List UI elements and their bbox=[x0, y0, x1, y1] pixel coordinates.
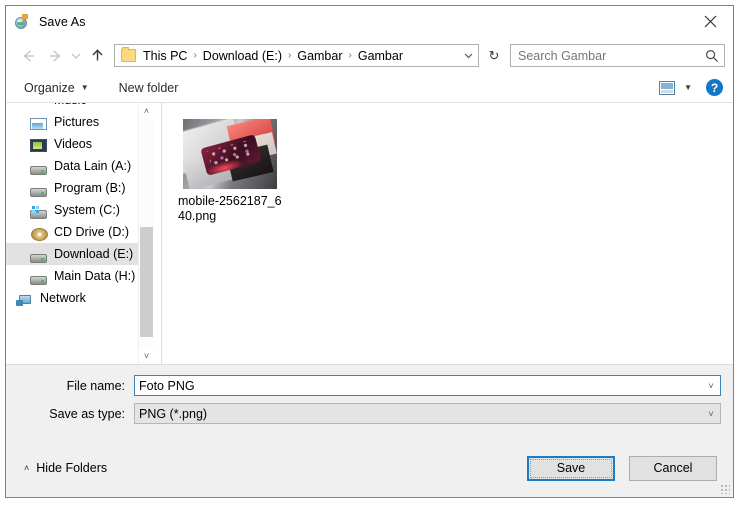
back-icon[interactable] bbox=[16, 43, 42, 69]
dialog-footer: ˄ Hide Folders Save Cancel bbox=[6, 439, 733, 497]
address-bar[interactable]: This PC › Download (E:) › Gambar › Gamba… bbox=[114, 44, 479, 67]
pictures-icon bbox=[30, 118, 47, 130]
scrollbar-track[interactable] bbox=[139, 119, 154, 348]
file-thumbnail bbox=[183, 119, 277, 189]
chevron-down-icon[interactable]: ˅ bbox=[702, 381, 720, 391]
list-item[interactable]: mobile-2562187_640.png bbox=[178, 119, 282, 224]
paint-globe-icon bbox=[15, 14, 31, 30]
file-name-label: mobile-2562187_640.png bbox=[178, 194, 282, 223]
address-dropdown-icon[interactable] bbox=[458, 53, 478, 59]
chevron-up-icon: ˄ bbox=[24, 462, 30, 473]
videos-icon bbox=[30, 138, 47, 152]
sidebar-scrollbar[interactable]: ˄ ˅ bbox=[138, 103, 154, 364]
new-folder-button[interactable]: New folder bbox=[119, 81, 179, 95]
refresh-icon[interactable]: ↻ bbox=[483, 44, 505, 67]
breadcrumb-item-1[interactable]: Download (E:) bbox=[201, 49, 284, 63]
save-as-type-combo[interactable]: PNG (*.png) ˅ bbox=[134, 403, 721, 424]
title-bar: Save As bbox=[6, 6, 733, 38]
save-as-dialog: Save As This PC › Download (E:) › Gambar… bbox=[5, 5, 734, 498]
breadcrumb-item-2[interactable]: Gambar bbox=[295, 49, 344, 63]
dialog-body: Music Pictures Videos Data Lain (A:) Pro… bbox=[6, 103, 733, 364]
scroll-down-icon[interactable]: ˅ bbox=[139, 348, 154, 364]
sidebar-item-7[interactable]: Download (E:) bbox=[6, 243, 151, 265]
chevron-down-icon: ▼ bbox=[80, 82, 89, 92]
sidebar-item-4[interactable]: Program (B:) bbox=[6, 177, 151, 199]
sidebar-item-label: CD Drive (D:) bbox=[54, 225, 129, 239]
hide-folders-button[interactable]: ˄ Hide Folders bbox=[24, 461, 107, 475]
system-drive-icon bbox=[30, 205, 47, 219]
up-one-level-icon[interactable] bbox=[84, 43, 110, 69]
sidebar-item-9[interactable]: Network bbox=[6, 287, 151, 309]
save-as-type-value: PNG (*.png) bbox=[139, 406, 208, 421]
file-list-pane[interactable]: mobile-2562187_640.png bbox=[161, 103, 733, 364]
recent-locations-icon[interactable] bbox=[68, 43, 84, 69]
folder-icon bbox=[121, 47, 136, 62]
chevron-down-icon[interactable]: ˅ bbox=[702, 409, 720, 419]
window-title: Save As bbox=[39, 15, 86, 29]
breadcrumb-item-0[interactable]: This PC bbox=[141, 49, 189, 63]
file-name-combo[interactable]: ˅ bbox=[134, 375, 721, 396]
sidebar-item-0[interactable]: Music bbox=[6, 103, 151, 111]
drive-icon bbox=[30, 165, 47, 175]
sidebar-item-label: Data Lain (A:) bbox=[54, 159, 132, 173]
sidebar-item-label: Music bbox=[54, 103, 87, 107]
sidebar-item-6[interactable]: CD Drive (D:) bbox=[6, 221, 151, 243]
sidebar-item-label: Program (B:) bbox=[54, 181, 126, 195]
navigation-bar: This PC › Download (E:) › Gambar › Gamba… bbox=[6, 38, 733, 73]
resize-grip[interactable] bbox=[720, 484, 730, 494]
help-icon[interactable]: ? bbox=[706, 79, 723, 96]
hide-folders-label: Hide Folders bbox=[36, 461, 108, 475]
scroll-up-icon[interactable]: ˄ bbox=[139, 103, 154, 119]
save-form: File name: ˅ Save as type: PNG (*.png) ˅ bbox=[6, 364, 733, 439]
cancel-button[interactable]: Cancel bbox=[629, 455, 717, 481]
breadcrumb: This PC › Download (E:) › Gambar › Gamba… bbox=[141, 49, 458, 63]
sidebar-item-label: System (C:) bbox=[54, 203, 120, 217]
network-icon bbox=[16, 294, 33, 307]
sidebar-item-3[interactable]: Data Lain (A:) bbox=[6, 155, 151, 177]
breadcrumb-separator: › bbox=[288, 49, 292, 61]
cancel-button-label: Cancel bbox=[653, 461, 693, 475]
breadcrumb-item-3[interactable]: Gambar bbox=[356, 49, 405, 63]
sidebar-item-2[interactable]: Videos bbox=[6, 133, 151, 155]
drive-icon bbox=[30, 253, 47, 263]
breadcrumb-separator: › bbox=[193, 49, 197, 61]
sidebar-item-1[interactable]: Pictures bbox=[6, 111, 151, 133]
command-bar: Organize ▼ New folder ▼ ? bbox=[6, 73, 733, 103]
file-name-input[interactable] bbox=[135, 377, 702, 394]
search-box[interactable] bbox=[510, 44, 725, 67]
sidebar-item-label: Pictures bbox=[54, 115, 100, 129]
forward-icon[interactable] bbox=[42, 43, 68, 69]
file-name-row: File name: ˅ bbox=[18, 375, 721, 396]
music-icon bbox=[30, 103, 47, 108]
sidebar-item-5[interactable]: System (C:) bbox=[6, 199, 151, 221]
save-as-type-row: Save as type: PNG (*.png) ˅ bbox=[18, 403, 721, 424]
sidebar-item-label: Download (E:) bbox=[54, 247, 134, 261]
organize-label: Organize bbox=[24, 80, 75, 95]
sidebar-item-8[interactable]: Main Data (H:) bbox=[6, 265, 151, 287]
navigation-tree: Music Pictures Videos Data Lain (A:) Pro… bbox=[6, 103, 151, 309]
save-button[interactable]: Save bbox=[527, 455, 615, 481]
footer-buttons: Save Cancel bbox=[527, 455, 717, 481]
drive-icon bbox=[30, 275, 47, 285]
drive-icon bbox=[30, 187, 47, 197]
new-folder-label: New folder bbox=[118, 80, 179, 95]
sidebar-item-label: Videos bbox=[54, 137, 92, 151]
scrollbar-thumb[interactable] bbox=[140, 227, 153, 337]
command-bar-right: ▼ ? bbox=[659, 79, 723, 96]
save-as-type-label-text: Save as type: bbox=[49, 406, 125, 421]
save-button-label: Save bbox=[556, 461, 586, 475]
close-icon[interactable] bbox=[688, 6, 733, 37]
view-layout-icon[interactable] bbox=[659, 80, 676, 95]
cd-drive-icon bbox=[31, 227, 48, 241]
chevron-down-icon[interactable]: ▼ bbox=[684, 83, 692, 92]
navigation-pane: Music Pictures Videos Data Lain (A:) Pro… bbox=[6, 103, 161, 364]
breadcrumb-separator: › bbox=[348, 49, 352, 61]
sidebar-item-label: Main Data (H:) bbox=[54, 269, 136, 283]
search-icon[interactable] bbox=[700, 49, 724, 63]
sidebar-item-label: Network bbox=[40, 291, 86, 305]
file-name-label-text: File name: bbox=[66, 378, 125, 393]
search-input[interactable] bbox=[511, 47, 700, 64]
organize-button[interactable]: Organize ▼ bbox=[24, 81, 89, 95]
